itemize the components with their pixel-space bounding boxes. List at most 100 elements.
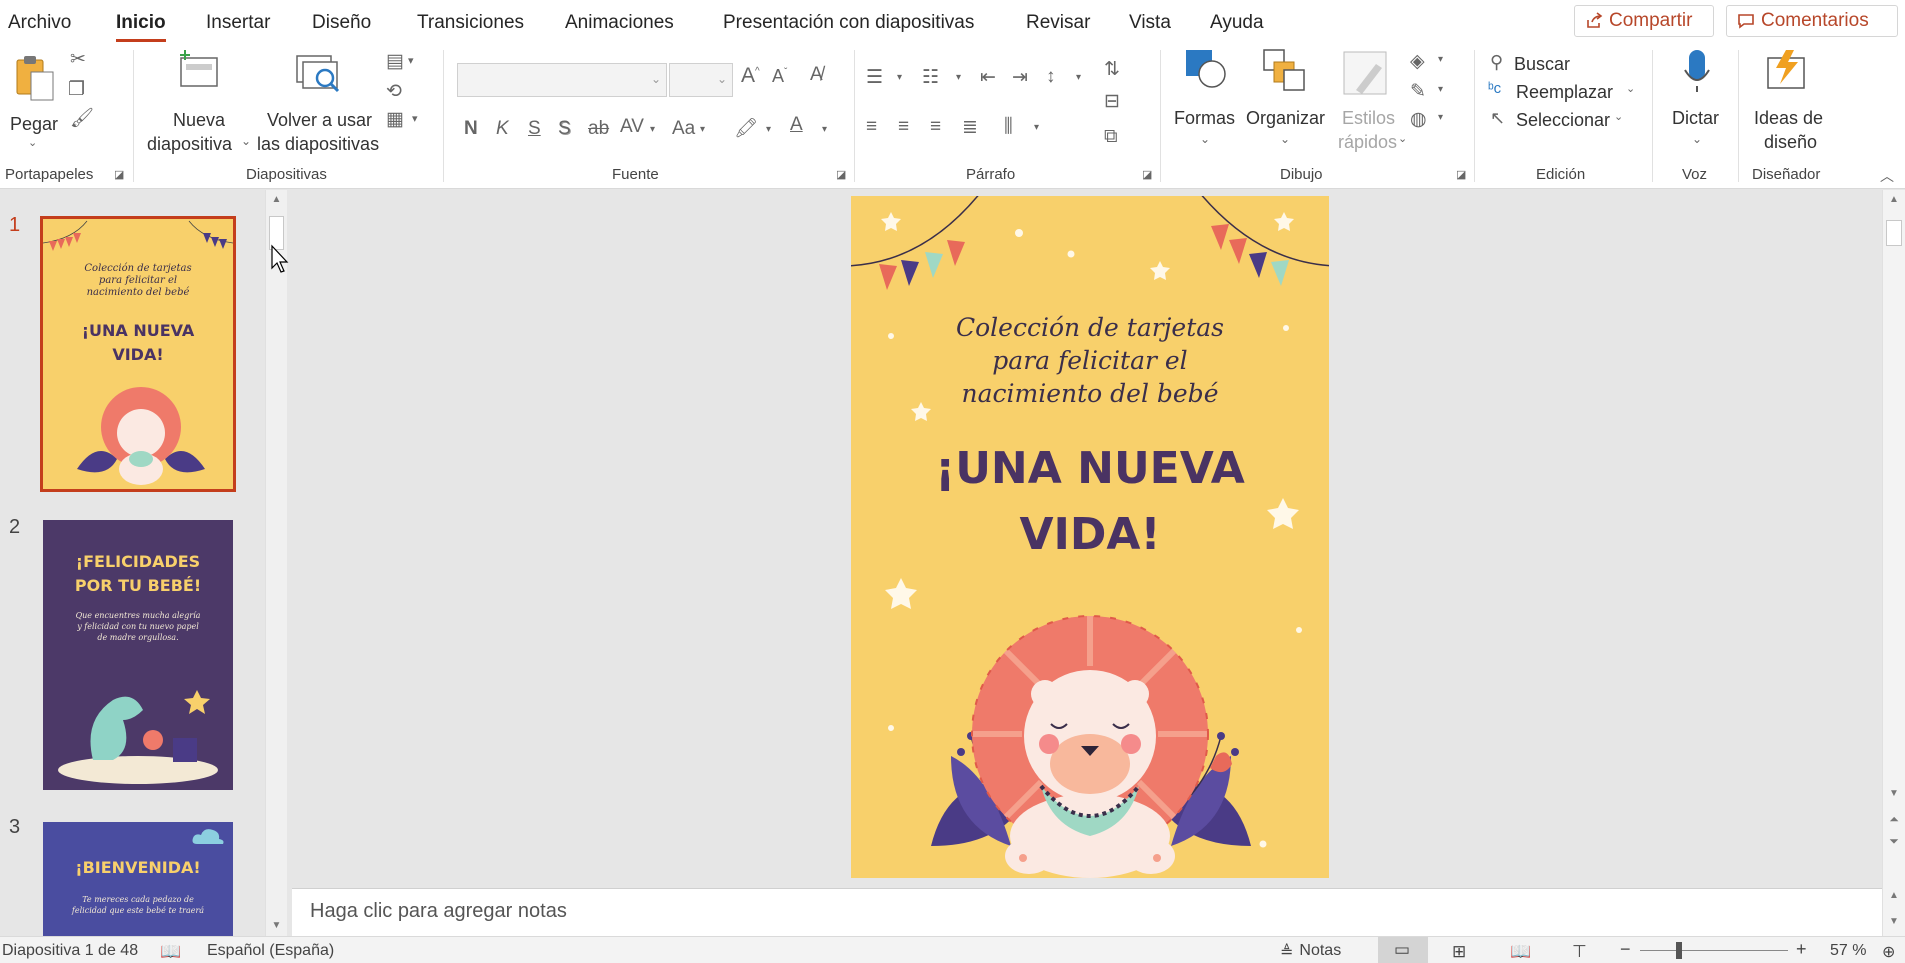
bold-button[interactable]: N (464, 118, 478, 140)
justify-icon[interactable]: ≣ (962, 116, 978, 139)
increase-indent-icon[interactable]: ⇥ (1012, 66, 1028, 89)
copy-icon[interactable]: ❐ (68, 78, 85, 101)
spelling-icon[interactable]: 📖 (160, 942, 181, 962)
tab-archivo[interactable]: Archivo (8, 12, 71, 34)
tab-revisar[interactable]: Revisar (1026, 12, 1090, 34)
shadow-button[interactable]: S (558, 118, 571, 140)
reset-icon[interactable]: ⟲ (386, 80, 402, 103)
slide-thumbnail-2[interactable]: ¡FELICIDADES POR TU BEBÉ! Que encuentres… (43, 520, 233, 790)
notes-scroll-up-icon[interactable]: ▲ (1883, 890, 1905, 901)
dialog-launcher-icon[interactable]: ◪ (1456, 168, 1466, 181)
tab-inicio[interactable]: Inicio (116, 12, 166, 42)
chevron-down-icon: ⌄ (1614, 111, 1624, 123)
bullets-icon[interactable]: ☰ (866, 66, 883, 89)
numbering-icon[interactable]: ☷ (922, 66, 939, 89)
align-right-icon[interactable]: ≡ (930, 116, 941, 138)
tab-animaciones[interactable]: Animaciones (565, 12, 674, 34)
tab-transiciones[interactable]: Transiciones (417, 12, 524, 34)
next-slide-icon[interactable]: ⏷ (1883, 834, 1905, 849)
shape-effects-icon[interactable]: ◍ (1410, 108, 1427, 131)
zoom-in-button[interactable]: + (1796, 939, 1807, 960)
scroll-down-icon[interactable]: ▼ (266, 920, 287, 931)
text-direction-icon[interactable]: ⇅ (1104, 58, 1120, 81)
collapse-ribbon-icon[interactable]: ︿ (1880, 166, 1894, 186)
align-left-icon[interactable]: ≡ (866, 116, 877, 138)
slide-subtitle-line: nacimiento del bebé (961, 379, 1219, 408)
tab-insertar[interactable]: Insertar (206, 12, 270, 34)
current-slide[interactable]: Colección de tarjetas para felicitar el … (851, 196, 1329, 878)
share-button[interactable]: Compartir (1574, 5, 1714, 37)
ribbon-tab-bar: Archivo Inicio Insertar Diseño Transicio… (0, 0, 1905, 44)
line-spacing-icon[interactable]: ↕ (1046, 66, 1056, 88)
normal-view-button[interactable]: ▭ (1378, 937, 1428, 963)
section-icon[interactable]: ▦ (386, 108, 404, 131)
slide-sorter-icon[interactable]: ⊞ (1452, 942, 1466, 962)
separator (443, 50, 444, 182)
slideshow-icon[interactable]: ⊤ (1572, 942, 1587, 962)
quick-styles-button[interactable]: Estilos rápidos ⌄ (1334, 48, 1410, 160)
columns-icon[interactable]: ⫼ (1004, 116, 1013, 138)
scrollbar-thumb[interactable] (1886, 220, 1902, 246)
zoom-slider-thumb[interactable] (1676, 942, 1682, 959)
thumb-title: ¡FELICIDADES (75, 552, 201, 571)
dialog-launcher-icon[interactable]: ◪ (114, 168, 124, 181)
zoom-out-button[interactable]: − (1620, 939, 1631, 960)
smartart-icon[interactable]: ⧉ (1104, 126, 1118, 148)
comment-icon (1738, 14, 1754, 29)
design-ideas-button[interactable]: Ideas de diseño (1748, 48, 1830, 160)
underline-button[interactable]: S (528, 118, 541, 140)
scroll-up-icon[interactable]: ▲ (266, 194, 287, 205)
cut-icon[interactable]: ✂ (70, 48, 86, 71)
tab-diseno[interactable]: Diseño (312, 12, 371, 34)
zoom-slider[interactable] (1640, 950, 1788, 951)
change-case-button[interactable]: Aa (672, 118, 695, 140)
cloud-decoration (192, 829, 224, 844)
paste-button[interactable]: Pegar ⌄ (6, 50, 62, 150)
notes-pane[interactable]: Haga clic para agregar notas (292, 888, 1882, 936)
reuse-slides-button[interactable]: Volver a usar las diapositivas (255, 48, 379, 158)
shrink-font-icon[interactable]: Aˇ (772, 66, 787, 87)
slide-thumbnail-3[interactable]: ¡BIENVENIDA! Te mereces cada pedazo de f… (43, 822, 233, 936)
shapes-button[interactable]: Formas ⌄ (1170, 48, 1240, 160)
scroll-down-icon[interactable]: ▼ (1883, 788, 1905, 799)
strikethrough-button[interactable]: ab (588, 118, 609, 140)
editor-scrollbar[interactable]: ▲ ▼ ⏶ ⏷ ▲ ▼ (1882, 190, 1905, 936)
font-size-combobox[interactable]: ⌄ (669, 63, 733, 97)
tab-ayuda[interactable]: Ayuda (1210, 12, 1264, 34)
language-indicator[interactable]: Español (España) (207, 942, 334, 960)
grow-font-icon[interactable]: A^ (741, 64, 760, 88)
shape-fill-icon[interactable]: ◈ (1410, 50, 1425, 73)
thumbnails-scrollbar[interactable]: ▲ ▼ (265, 190, 287, 936)
font-name-combobox[interactable]: ⌄ (457, 63, 667, 97)
align-text-icon[interactable]: ⊟ (1104, 90, 1120, 113)
highlight-icon[interactable]: 🖍 (734, 116, 758, 140)
new-slide-button[interactable]: Nueva diapositiva ⌄ (143, 48, 253, 158)
shape-outline-icon[interactable]: ✎ (1410, 80, 1426, 103)
tab-presentacion[interactable]: Presentación con diapositivas (723, 12, 974, 34)
italic-button[interactable]: K (496, 118, 509, 140)
dialog-launcher-icon[interactable]: ◪ (1142, 168, 1152, 181)
reading-view-icon[interactable]: 📖 (1510, 942, 1531, 962)
clear-format-icon[interactable]: A̸ (810, 64, 823, 86)
dialog-launcher-icon[interactable]: ◪ (836, 168, 846, 181)
format-painter-icon[interactable]: 🖌 (70, 106, 94, 130)
decrease-indent-icon[interactable]: ⇤ (980, 66, 996, 89)
arrange-button[interactable]: Organizar ⌄ (1244, 48, 1328, 160)
align-center-icon[interactable]: ≡ (898, 116, 909, 138)
comments-label: Comentarios (1761, 10, 1869, 31)
font-color-icon[interactable]: A (790, 114, 803, 136)
tab-vista[interactable]: Vista (1129, 12, 1171, 34)
dictate-button[interactable]: Dictar ⌄ (1662, 48, 1732, 160)
notes-scroll-down-icon[interactable]: ▼ (1883, 916, 1905, 927)
group-label-font: Fuente (612, 166, 659, 183)
comments-button[interactable]: Comentarios (1726, 5, 1898, 37)
notes-toggle-button[interactable]: ≜ Notas (1280, 942, 1341, 962)
layout-icon[interactable]: ▤ (386, 50, 404, 73)
fit-to-window-icon[interactable]: ⊕ (1882, 942, 1895, 962)
zoom-level[interactable]: 57 % (1830, 942, 1866, 960)
notes-placeholder[interactable]: Haga clic para agregar notas (310, 900, 567, 923)
char-spacing-button[interactable]: AV (620, 116, 644, 138)
scroll-up-icon[interactable]: ▲ (1883, 194, 1905, 205)
previous-slide-icon[interactable]: ⏶ (1883, 812, 1905, 827)
slide-thumbnail-1[interactable]: Colección de tarjetas para felicitar el … (40, 216, 236, 492)
